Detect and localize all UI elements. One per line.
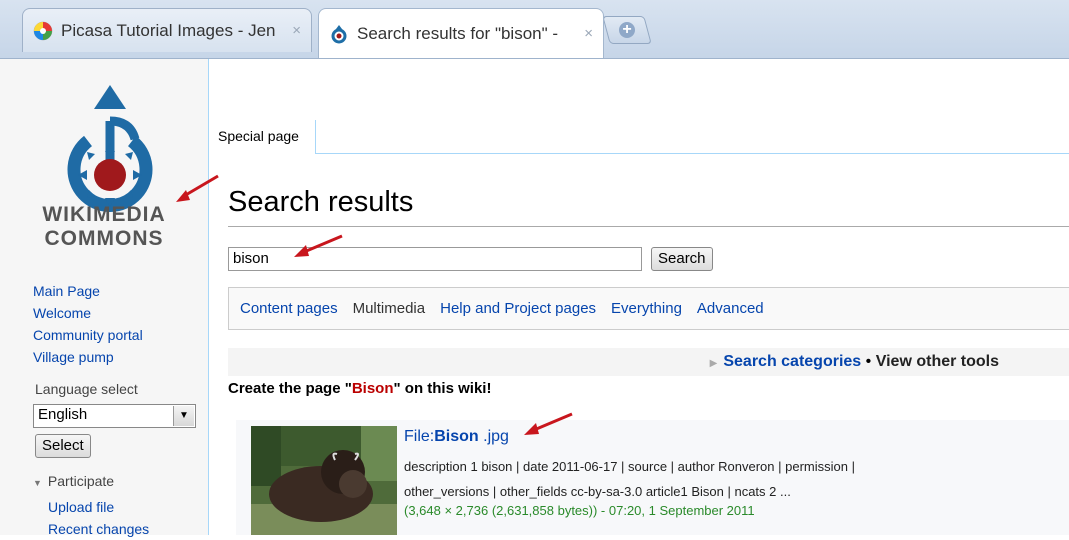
- view-other-tools-link[interactable]: View other tools: [876, 353, 999, 370]
- browser-tab-strip: Picasa Tutorial Images - Jen × Search re…: [0, 0, 1069, 59]
- create-page-link[interactable]: Bison: [352, 380, 394, 397]
- browser-tab-picasa[interactable]: Picasa Tutorial Images - Jen ×: [22, 8, 312, 52]
- triangle-right-icon: ▶: [709, 358, 718, 369]
- sidebar-item-upload-file[interactable]: Upload file: [48, 496, 149, 518]
- language-select-button[interactable]: Select: [35, 434, 91, 458]
- tab-special-page[interactable]: Special page: [209, 120, 316, 154]
- search-profile-bar: Content pages Multimedia Help and Projec…: [228, 287, 1069, 330]
- profile-help-and-project-pages[interactable]: Help and Project pages: [440, 300, 596, 317]
- separator-dot: •: [865, 353, 872, 370]
- new-tab-button[interactable]: +: [602, 16, 652, 44]
- result-title-link[interactable]: File:Bison .jpg: [404, 428, 509, 446]
- profile-advanced[interactable]: Advanced: [697, 300, 764, 317]
- create-page-notice: Create the page "Bison" on this wiki!: [228, 380, 491, 397]
- language-dropdown-value: English: [38, 406, 88, 423]
- create-suffix: " on this wiki!: [393, 380, 492, 397]
- search-button[interactable]: Search: [651, 247, 713, 271]
- annotation-arrow-icon: [524, 412, 573, 435]
- result-description-line: other_versions | other_fields cc-by-sa-3…: [404, 484, 791, 499]
- result-description: description 1 bison | date 2011-06-17 | …: [404, 454, 855, 504]
- language-select-label: Language select: [35, 381, 138, 397]
- sidebar-navigation: Main Page Welcome Community portal Villa…: [33, 280, 143, 368]
- participate-label: Participate: [47, 473, 115, 489]
- result-description-line: description 1 bison | date 2011-06-17 | …: [404, 459, 855, 474]
- search-categories-link[interactable]: Search categories: [723, 353, 861, 370]
- result-title-bold: Bison: [434, 428, 479, 445]
- annotation-arrow-icon: [176, 174, 219, 202]
- logo-wordmark-line1: WIKIMEDIA: [42, 203, 166, 226]
- chevron-down-icon[interactable]: ▼: [173, 406, 194, 426]
- sidebar-item-welcome[interactable]: Welcome: [33, 302, 143, 324]
- result-title-prefix: File:: [404, 428, 435, 445]
- sidebar-item-recent-changes[interactable]: Recent changes: [48, 518, 149, 540]
- result-meta: (3,648 × 2,736 (2,631,858 bytes)) - 07:2…: [404, 503, 755, 518]
- profile-content-pages[interactable]: Content pages: [240, 300, 338, 317]
- triangle-down-icon: ▼: [33, 478, 42, 488]
- title-divider: [228, 226, 1069, 227]
- create-prefix: Create the page ": [228, 380, 352, 397]
- page-title: Search results: [228, 186, 414, 218]
- bison-thumbnail[interactable]: [251, 426, 397, 535]
- plus-icon: +: [619, 21, 635, 38]
- search-tools-bar: ▶ Search categories • View other tools: [228, 348, 1069, 376]
- close-tab-icon[interactable]: ×: [292, 22, 301, 39]
- logo-wordmark-line2: COMMONS: [44, 227, 164, 250]
- result-title-suffix: .jpg: [478, 428, 509, 445]
- picasa-icon: [33, 21, 53, 40]
- commons-favicon-icon: [331, 24, 347, 43]
- browser-tab-search-results[interactable]: Search results for "bison" - ×: [318, 8, 604, 58]
- profile-everything[interactable]: Everything: [611, 300, 682, 317]
- sidebar-item-village-pump[interactable]: Village pump: [33, 346, 143, 368]
- sidebar-item-community-portal[interactable]: Community portal: [33, 324, 143, 346]
- content-top-border: [316, 153, 1069, 154]
- sidebar: WIKIMEDIA COMMONS Main Page Welcome Comm…: [0, 59, 209, 537]
- profile-multimedia: Multimedia: [352, 300, 426, 317]
- language-dropdown[interactable]: English ▼: [33, 404, 196, 428]
- close-tab-icon[interactable]: ×: [584, 25, 593, 42]
- participate-links: Upload file Recent changes: [48, 496, 149, 540]
- tab-title: Picasa Tutorial Images - Jen: [61, 20, 276, 40]
- participate-section-toggle[interactable]: ▼ Participate: [33, 473, 114, 489]
- sidebar-item-main-page[interactable]: Main Page: [33, 280, 143, 302]
- annotation-arrow-icon: [294, 234, 343, 257]
- tab-title: Search results for "bison" -: [357, 23, 559, 43]
